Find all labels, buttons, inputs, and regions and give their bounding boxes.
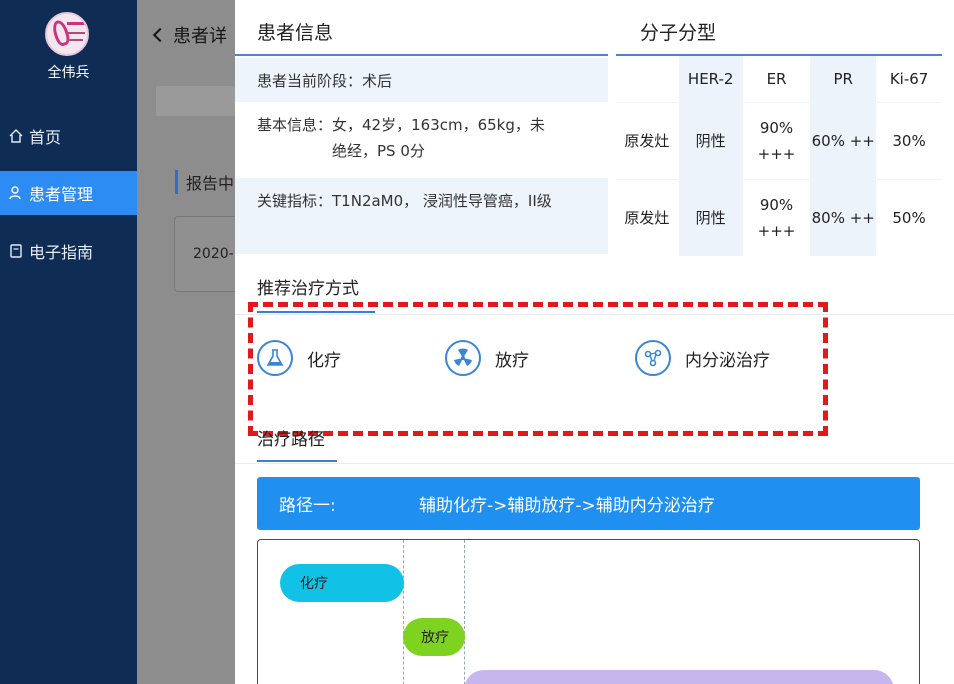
path-section-title: 治疗路径 — [257, 430, 325, 450]
table-header — [616, 56, 679, 102]
endocrine-phase[interactable] — [464, 670, 894, 684]
table-cell: 原发灶 — [616, 178, 679, 256]
flask-icon — [257, 340, 293, 376]
info-row-basic: 基本信息： 女，42岁，163cm，65kg，未绝经，PS 0分 — [235, 104, 608, 176]
path-option-bar[interactable]: 路径一: 辅助化疗->辅助放疗->辅助内分泌治疗 — [257, 477, 920, 530]
page-title: 患者详 — [173, 26, 227, 47]
date-field[interactable]: 2020- — [174, 216, 244, 292]
table-row: 原发灶 阴性 90% +++ 60% ++ 30% — [616, 101, 942, 179]
recommend-section-title: 推荐治疗方式 — [257, 279, 359, 299]
table-header: PR — [809, 56, 878, 102]
info-row-key: 关键指标： T1N2aM0， 浸润性导管癌，II级 — [235, 178, 608, 254]
report-section-title: 报告中 — [175, 170, 234, 194]
table-header: HER-2 — [678, 56, 744, 102]
table-cell: 30% — [876, 101, 942, 179]
treatment-label: 化疗 — [307, 350, 341, 371]
sidebar-item-label: 首页 — [29, 128, 62, 147]
path-name: 路径一: — [279, 496, 336, 516]
radiation-icon — [445, 340, 481, 376]
table-cell: 90% +++ — [743, 101, 811, 179]
timeline-divider — [403, 540, 404, 684]
sidebar-item-e-guide[interactable]: 电子指南 — [0, 229, 137, 273]
key-label: 关键指标： — [257, 192, 333, 210]
molecular-table: HER-2 ER PR Ki-67 原发灶 阴性 90% +++ 60% ++ … — [616, 56, 942, 256]
table-cell: 80% ++ — [809, 178, 878, 256]
radiotherapy-phase[interactable]: 放疗 — [403, 618, 465, 656]
recommend-underline — [257, 311, 375, 313]
chemotherapy-phase[interactable]: 化疗 — [280, 564, 404, 602]
table-header: ER — [743, 56, 811, 102]
avatar[interactable] — [45, 12, 89, 56]
table-cell: 原发灶 — [616, 101, 679, 179]
key-value: T1N2aM0， 浸润性导管癌，II级 — [332, 192, 552, 210]
treatment-endocrine[interactable]: 内分泌治疗 — [635, 340, 770, 376]
table-cell: 90% +++ — [743, 178, 811, 256]
section-divider — [235, 314, 954, 315]
sidebar: 全伟兵 首页 患者管理 电子指南 — [0, 0, 137, 684]
chevron-left-icon — [152, 27, 168, 43]
sidebar-item-label: 电子指南 — [29, 243, 94, 262]
home-icon — [8, 128, 24, 144]
table-row: 原发灶 阴性 90% +++ 80% ++ 50% — [616, 178, 942, 256]
basic-value: 女，42岁，163cm，65kg，未绝经，PS 0分 — [332, 116, 545, 160]
section-divider — [235, 463, 954, 464]
molecular-typing-header: 分子分型 — [640, 22, 717, 44]
treatment-chemotherapy[interactable]: 化疗 — [257, 340, 341, 376]
stage-value: 术后 — [362, 71, 393, 90]
user-icon — [8, 185, 24, 201]
path-underline — [257, 460, 337, 462]
sidebar-item-label: 患者管理 — [29, 185, 94, 204]
book-icon — [8, 243, 24, 259]
table-cell: 阴性 — [678, 178, 744, 256]
patient-info-header: 患者信息 — [257, 22, 334, 44]
timeline-divider — [464, 540, 465, 684]
path-route: 辅助化疗->辅助放疗->辅助内分泌治疗 — [419, 496, 715, 516]
treatment-label: 放疗 — [495, 350, 529, 371]
back-button[interactable]: 患者详 — [152, 22, 227, 48]
table-cell: 50% — [876, 178, 942, 256]
treatment-radiotherapy[interactable]: 放疗 — [445, 340, 529, 376]
table-header: Ki-67 — [876, 56, 942, 102]
sidebar-item-home[interactable]: 首页 — [0, 114, 137, 158]
molecule-icon — [635, 340, 671, 376]
table-cell: 阴性 — [678, 101, 744, 179]
treatment-label: 内分泌治疗 — [685, 350, 770, 371]
patient-detail-panel: 患者信息 分子分型 患者当前阶段： 术后 基本信息： 女，42岁，163cm，6… — [235, 0, 954, 684]
basic-label: 基本信息： — [257, 116, 333, 134]
table-header-row: HER-2 ER PR Ki-67 — [616, 56, 942, 102]
info-row-stage: 患者当前阶段： 术后 — [235, 58, 608, 102]
patient-info-underline — [235, 54, 608, 56]
user-name: 全伟兵 — [47, 65, 90, 81]
sidebar-item-patient-management[interactable]: 患者管理 — [0, 171, 137, 215]
background-bar — [156, 86, 235, 116]
stage-label: 患者当前阶段： — [257, 71, 363, 90]
treatment-timeline: 化疗 放疗 — [257, 539, 920, 684]
table-cell: 60% ++ — [809, 101, 878, 179]
